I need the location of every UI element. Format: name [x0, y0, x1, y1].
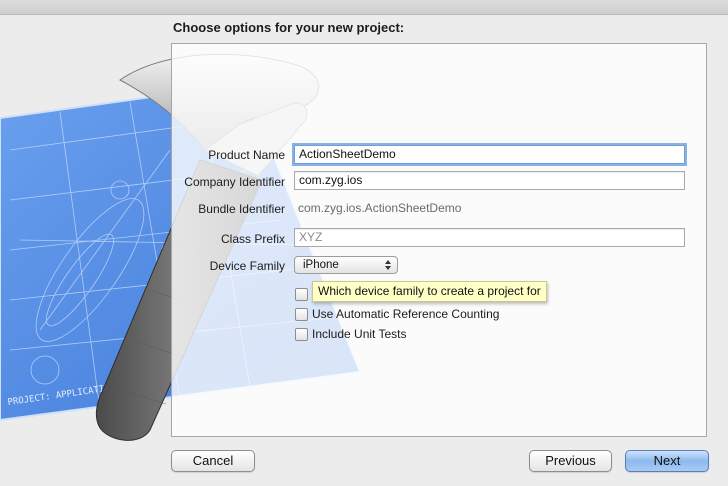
product-name-field[interactable]: ActionSheetDemo	[294, 145, 685, 164]
arc-checkbox-label: Use Automatic Reference Counting	[312, 307, 500, 321]
company-identifier-field[interactable]: com.zyg.ios	[294, 171, 685, 190]
next-button[interactable]: Next	[625, 450, 709, 472]
company-identifier-label: Company Identifier	[184, 175, 285, 189]
previous-button[interactable]: Previous	[529, 450, 612, 472]
device-family-selected: iPhone	[303, 259, 339, 271]
dialog-title: Choose options for your new project:	[173, 20, 405, 35]
checkbox-1[interactable]	[295, 288, 308, 301]
product-name-label: Product Name	[208, 148, 285, 162]
unit-tests-checkbox-label: Include Unit Tests	[312, 327, 407, 341]
class-prefix-field[interactable]: XYZ	[294, 228, 685, 247]
arc-checkbox[interactable]	[295, 308, 308, 321]
bundle-identifier-label: Bundle Identifier	[198, 202, 285, 216]
unit-tests-checkbox[interactable]	[295, 328, 308, 341]
class-prefix-label: Class Prefix	[220, 232, 285, 246]
device-family-label: Device Family	[209, 259, 285, 273]
popup-arrows-icon	[385, 260, 391, 270]
device-family-tooltip: Which device family to create a project …	[312, 281, 547, 302]
bundle-identifier-value: com.zyg.ios.ActionSheetDemo	[298, 201, 462, 215]
cancel-button[interactable]: Cancel	[171, 450, 255, 472]
device-family-popup[interactable]: iPhone	[294, 256, 398, 274]
